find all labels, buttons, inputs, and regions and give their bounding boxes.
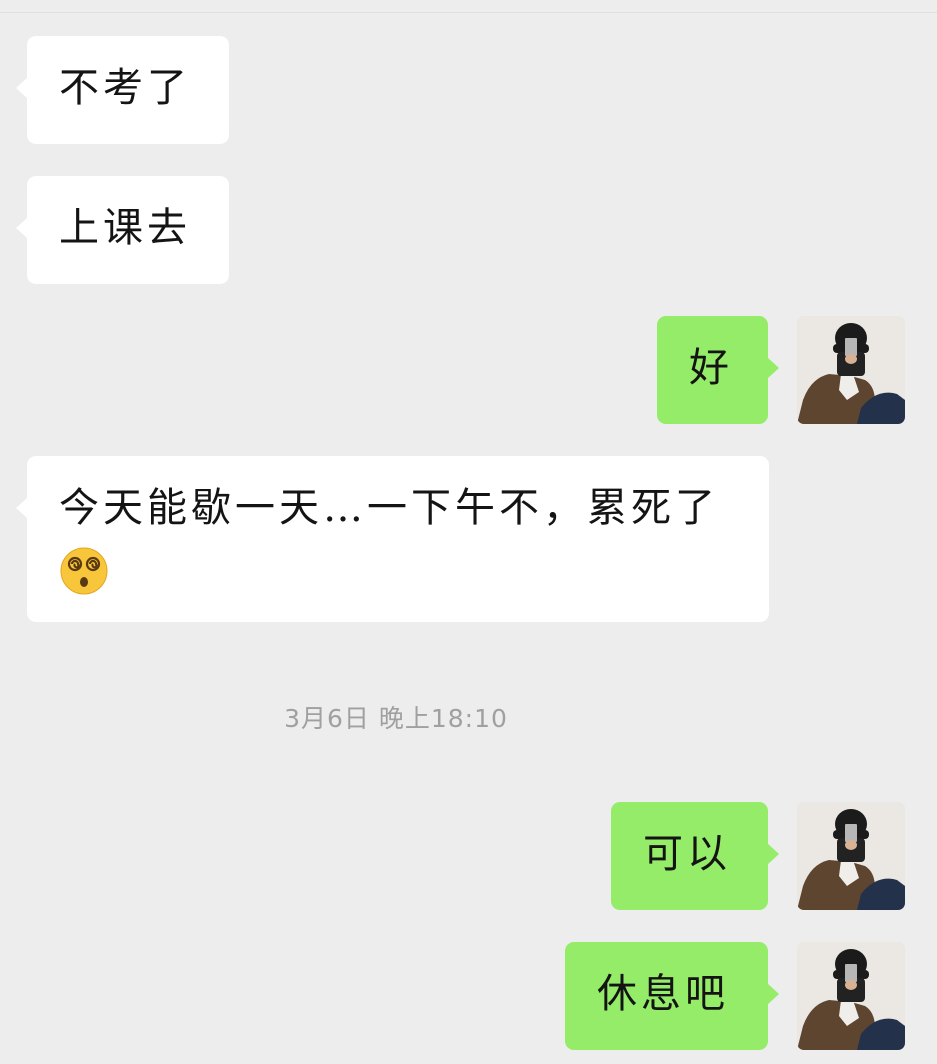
chat-timestamp: 3月6日 晚上18:10 [284,704,508,733]
message-text: 好 [689,345,733,391]
message-text: 可以 [643,831,731,877]
message-bubble-outgoing[interactable]: 可以 [611,802,779,910]
avatar[interactable] [797,942,905,1050]
avatar[interactable] [797,316,905,424]
avatar-photo-icon [797,942,905,1050]
message-bubble-incoming[interactable]: 今天能歇一天…一下午不，累死了 [16,456,769,622]
message-text: 今天能歇一天…一下午不，累死了 [59,485,719,531]
message-text: 休息吧 [597,971,729,1017]
dizzy-face-emoji-icon [59,546,109,596]
avatar[interactable] [797,802,905,910]
message-bubble-outgoing[interactable]: 好 [657,316,779,424]
message-text: 上课去 [59,205,191,251]
message-bubble-incoming[interactable]: 上课去 [16,176,229,284]
avatar-photo-icon [797,316,905,424]
message-bubble-outgoing[interactable]: 休息吧 [565,942,779,1050]
avatar-photo-icon [797,802,905,910]
message-bubble-incoming[interactable]: 不考了 [16,36,229,144]
message-text: 不考了 [59,65,191,111]
top-divider [0,12,937,13]
